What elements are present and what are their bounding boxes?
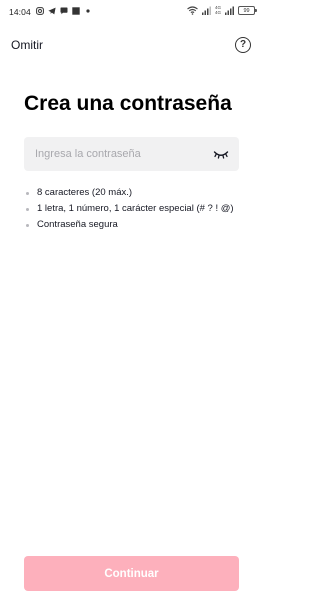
- telegram-icon: [48, 7, 56, 15]
- bullet-icon: [26, 208, 29, 211]
- password-requirements: 8 caracteres (20 máx.) 1 letra, 1 número…: [26, 187, 241, 235]
- skip-button[interactable]: Omitir: [11, 38, 43, 52]
- signal-icon: [201, 6, 211, 15]
- help-button[interactable]: ?: [235, 37, 251, 53]
- requirement-text: 1 letra, 1 número, 1 carácter especial (…: [37, 203, 234, 214]
- notification-icons: [36, 7, 92, 15]
- page-title: Crea una contraseña: [24, 92, 232, 115]
- system-icons: 4G 4G 99: [187, 5, 257, 15]
- show-password-toggle[interactable]: [213, 149, 229, 159]
- square-notification-icon: [72, 7, 80, 15]
- requirement-text: 8 caracteres (20 máx.): [37, 187, 133, 198]
- bullet-icon: [26, 192, 29, 195]
- eye-closed-icon: [213, 151, 229, 159]
- wifi-icon: [187, 6, 198, 15]
- continue-label: Continuar: [104, 567, 159, 580]
- continue-button[interactable]: Continuar: [24, 556, 239, 591]
- network-type-label: 4G 4G: [214, 5, 221, 15]
- help-icon: ?: [239, 39, 247, 50]
- battery-icon: 99: [238, 6, 257, 15]
- instagram-icon: [36, 7, 44, 15]
- dot-icon: [86, 9, 90, 13]
- requirement-characters: 1 letra, 1 número, 1 carácter especial (…: [26, 203, 241, 215]
- bullet-icon: [26, 224, 29, 227]
- status-time: 14:04: [9, 7, 31, 17]
- requirement-strength: Contraseña segura: [26, 219, 241, 231]
- signal-icon-2: [225, 6, 234, 15]
- requirement-text: Contraseña segura: [37, 219, 118, 230]
- status-bar: 14:04 4G 4G 99: [0, 0, 263, 24]
- password-input[interactable]: [35, 148, 213, 160]
- password-field[interactable]: [24, 137, 239, 171]
- requirement-length: 8 caracteres (20 máx.): [26, 187, 241, 199]
- chat-icon: [60, 7, 68, 15]
- battery-level: 99: [243, 7, 250, 14]
